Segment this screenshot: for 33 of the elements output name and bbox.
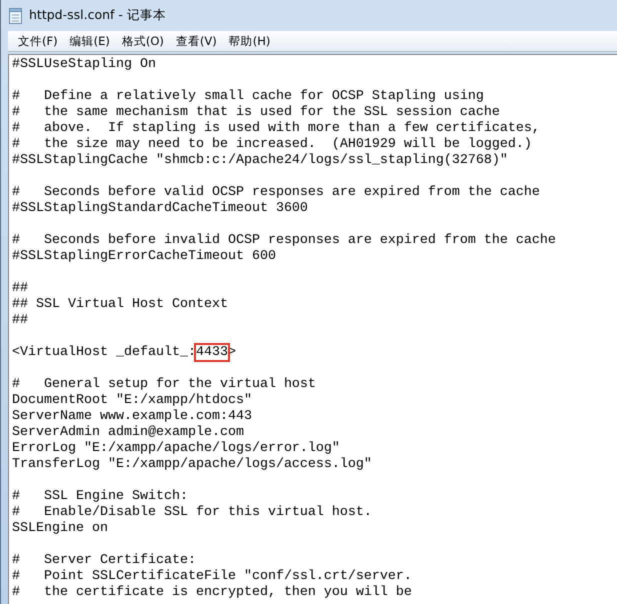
notepad-icon xyxy=(9,8,23,24)
code-line: ## SSL Virtual Host Context xyxy=(12,297,229,313)
code-line: ErrorLog "E:/xampp/apache/logs/error.log" xyxy=(12,441,341,457)
menu-item[interactable]: 格式(O) xyxy=(116,34,170,48)
menu-item[interactable]: 编辑(E) xyxy=(64,34,116,48)
code-line: ## xyxy=(12,281,29,297)
code-line: # Enable/Disable SSL for this virtual host. xyxy=(12,505,373,521)
menu-item[interactable]: 文件(F) xyxy=(12,34,64,48)
code-line: #SSLStaplingStandardCacheTimeout 3600 xyxy=(12,201,309,217)
code-line: # SSL Engine Switch: xyxy=(12,489,189,505)
code-line: # Server Certificate: xyxy=(12,553,197,569)
code-line: #SSLStaplingCache "shmcb:c:/Apache24/logs/ssl_stapling(32768)" xyxy=(12,153,509,169)
highlight-box: 4433 xyxy=(196,345,228,360)
code-line: ServerName www.example.com:443 xyxy=(12,409,253,425)
code-line: #SSLUseStapling On xyxy=(12,57,157,73)
code-line: ServerAdmin admin@example.com xyxy=(12,425,245,441)
code-line: # Define a relatively small cache for OCSP Stapling using xyxy=(12,89,485,105)
code-line: # above. If stapling is used with more than a few certificates, xyxy=(12,121,541,137)
menu-item[interactable]: 查看(V) xyxy=(170,34,223,48)
window-title: httpd-ssl.conf - 记事本 xyxy=(29,7,166,24)
code-line: # Seconds before invalid OCSP responses are expired from the cache xyxy=(12,233,557,249)
code-line: # Seconds before valid OCSP responses are expired from the cache xyxy=(12,185,541,201)
code-line: #SSLStaplingErrorCacheTimeout 600 xyxy=(12,249,277,265)
code-line: # General setup for the virtual host xyxy=(12,377,317,393)
menu-item[interactable]: 帮助(H) xyxy=(222,34,276,48)
code-line: # Point SSLCertificateFile "conf/ssl.crt/server. xyxy=(12,569,413,585)
code-line: # the size may need to be increased. (AH01929 will be logged.) xyxy=(12,137,533,153)
code-line: ## xyxy=(12,313,29,329)
code-line: SSLEngine on xyxy=(12,521,109,537)
code-line: DocumentRoot "E:/xampp/htdocs" xyxy=(12,393,253,409)
code-line: # the same mechanism that is used for the SSL session cache xyxy=(12,105,501,121)
code-line: # the certificate is encrypted, then you will be xyxy=(12,585,413,601)
code-line: TransferLog "E:/xampp/apache/logs/access.log" xyxy=(12,457,373,473)
